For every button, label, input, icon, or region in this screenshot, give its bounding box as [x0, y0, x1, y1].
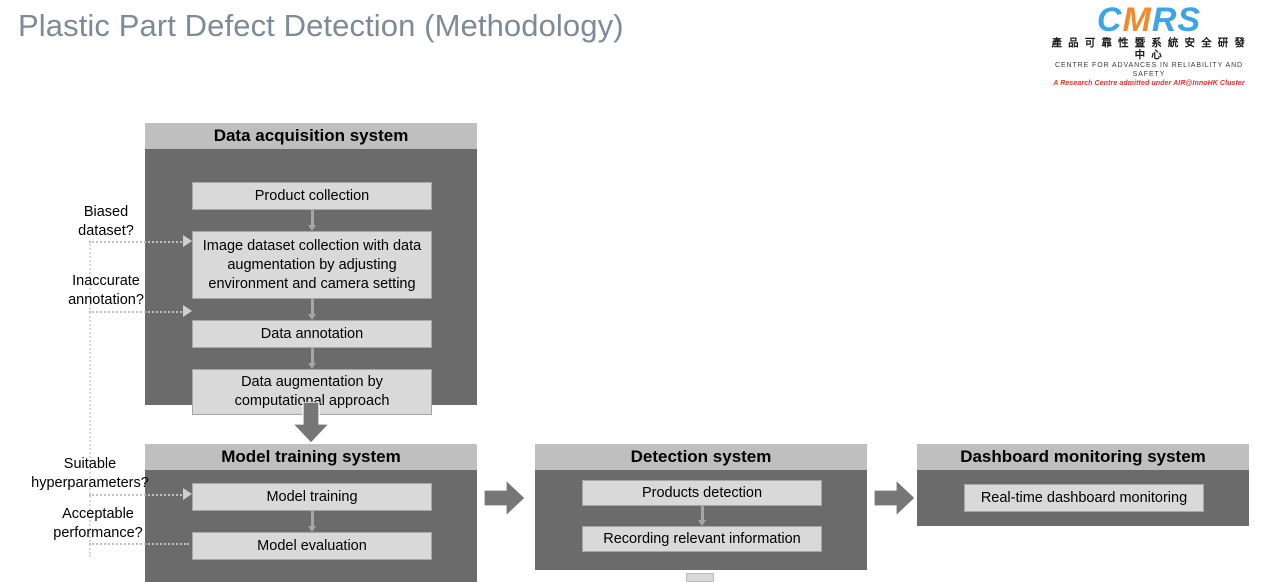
cmrs-logo-chinese-name: 產 品 可 靠 性 暨 系 統 安 全 研 發 中 心 — [1051, 37, 1247, 61]
step-real-time-dashboard-monitoring[interactable]: Real-time dashboard monitoring — [964, 484, 1204, 512]
panel-body-detection-system: Products detection Recording relevant in… — [535, 470, 867, 570]
cmrs-logo-mark: CMRS — [1096, 4, 1202, 36]
arrow-detection-to-recording — [698, 506, 706, 526]
detection-feedback-stub — [686, 573, 714, 582]
panel-body-dashboard-monitoring-system: Real-time dashboard monitoring — [917, 470, 1249, 526]
block-arrow-right-detection-to-dashboard — [874, 479, 916, 517]
panel-data-acquisition-system: Data acquisition system Product collecti… — [145, 123, 477, 415]
feedback-label-inaccurate-annotation: Inaccurate annotation? — [68, 273, 144, 308]
feedback-arrowhead-suitable-hyperparameters — [183, 488, 192, 500]
panel-model-training-system: Model training system Model training Mod… — [145, 444, 477, 582]
cmrs-logo-subtitle: A Research Centre admitted under AIR@Inn… — [1053, 80, 1245, 87]
step-model-training[interactable]: Model training — [192, 483, 432, 511]
feedback-label-biased-dataset: Biased dataset? — [78, 204, 134, 239]
arrow-training-to-evaluation — [308, 511, 316, 532]
panel-title-model-training-system: Model training system — [145, 444, 477, 470]
arrow-image-dataset-to-annotation — [308, 299, 316, 320]
step-products-detection[interactable]: Products detection — [582, 480, 822, 506]
feedback-line-inaccurate-annotation — [89, 311, 185, 313]
cmrs-logo-english-name: CENTRE FOR ADVANCES IN RELIABILITY AND S… — [1055, 62, 1243, 78]
feedback-line-acceptable-performance — [89, 543, 189, 545]
panel-dashboard-monitoring-system: Dashboard monitoring system Real-time da… — [917, 444, 1249, 526]
feedback-line-biased-dataset — [89, 241, 185, 243]
feedback-arrowhead-inaccurate-annotation — [183, 305, 192, 317]
feedback-arrowhead-biased-dataset — [183, 235, 192, 247]
step-product-collection[interactable]: Product collection — [192, 182, 432, 210]
step-recording-relevant-information[interactable]: Recording relevant information — [582, 526, 822, 552]
feedback-label-acceptable-performance: Acceptable performance? — [53, 506, 143, 541]
step-data-annotation[interactable]: Data annotation — [192, 320, 432, 348]
arrow-product-to-image-dataset — [308, 210, 316, 231]
feedback-label-suitable-hyperparameters: Suitable hyperparameters? — [31, 456, 149, 491]
feedback-line-suitable-hyperparameters — [89, 494, 185, 496]
panel-title-dashboard-monitoring-system: Dashboard monitoring system — [917, 444, 1249, 470]
block-arrow-down-acquisition-to-training — [292, 402, 330, 444]
panel-body-model-training-system: Model training Model evaluation — [145, 470, 477, 582]
panel-title-detection-system: Detection system — [535, 444, 867, 470]
panel-body-data-acquisition-system: Product collection Image dataset collect… — [145, 149, 477, 415]
block-arrow-right-training-to-detection — [484, 479, 526, 517]
panel-detection-system: Detection system Products detection Reco… — [535, 444, 867, 570]
cmrs-logo: CMRS 產 品 可 靠 性 暨 系 統 安 全 研 發 中 心 CENTRE … — [1044, 4, 1254, 87]
step-image-dataset-collection[interactable]: Image dataset collection with data augme… — [192, 231, 432, 299]
arrow-annotation-to-augmentation — [308, 348, 316, 369]
panel-title-data-acquisition-system: Data acquisition system — [145, 123, 477, 149]
page-title: Plastic Part Defect Detection (Methodolo… — [18, 8, 624, 43]
step-model-evaluation[interactable]: Model evaluation — [192, 532, 432, 560]
